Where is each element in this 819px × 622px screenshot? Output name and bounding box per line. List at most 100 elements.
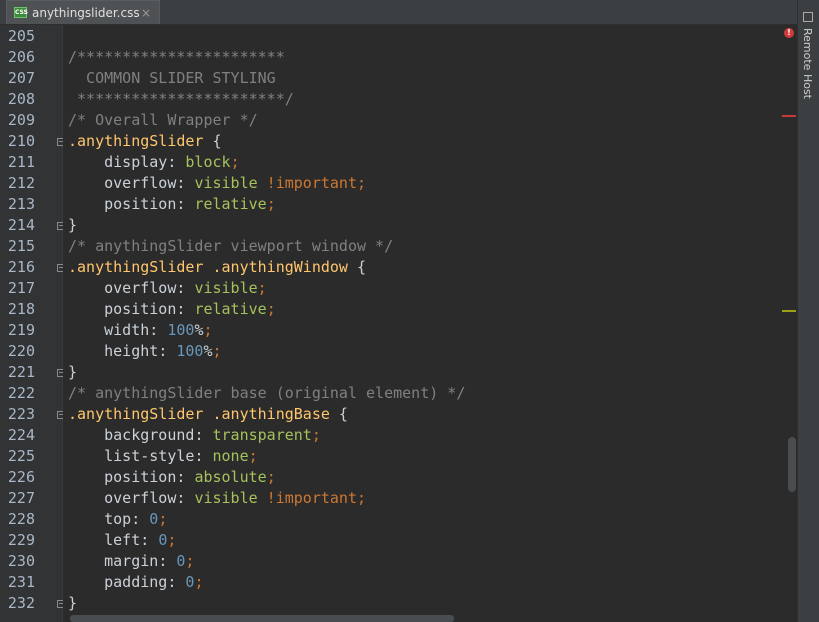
remote-host-icon[interactable] xyxy=(803,12,813,22)
code-line[interactable]: } xyxy=(68,593,77,614)
code-line[interactable]: .anythingSlider .anythingBase { xyxy=(68,404,348,425)
code-token: ; xyxy=(212,342,222,360)
error-indicator-icon[interactable]: ! xyxy=(784,28,794,38)
code-token: absolute xyxy=(194,468,267,486)
code-token: : xyxy=(194,447,213,465)
code-line[interactable]: } xyxy=(68,215,77,236)
code-line[interactable]: /*********************** xyxy=(68,47,285,68)
line-number: 206 xyxy=(7,48,35,66)
code-token: ; xyxy=(257,279,267,297)
code-token: } xyxy=(68,216,78,234)
code-token: : xyxy=(158,342,177,360)
code-token: { xyxy=(347,258,367,276)
css-file-icon: CSS xyxy=(14,7,28,18)
code-line[interactable]: /* anythingSlider base (original element… xyxy=(68,383,465,404)
tab-filename: anythingslider.css xyxy=(32,5,140,20)
code-token: ; xyxy=(248,447,258,465)
code-token: : xyxy=(176,174,195,192)
line-number: 230 xyxy=(7,552,35,570)
horizontal-scrollbar[interactable] xyxy=(70,615,454,622)
line-number: 218 xyxy=(7,300,35,318)
code-token: background xyxy=(68,426,195,444)
code-token: 0 xyxy=(149,510,159,528)
line-number: 205 xyxy=(7,27,35,45)
line-number: 210 xyxy=(7,132,35,150)
code-token: : xyxy=(140,531,159,549)
code-token: overflow xyxy=(68,174,177,192)
code-token: ; xyxy=(357,489,367,507)
remote-host-tab[interactable]: Remote Host xyxy=(801,28,814,99)
code-line[interactable]: left: 0; xyxy=(68,530,176,551)
code-token: } xyxy=(68,363,78,381)
code-token: : xyxy=(167,573,186,591)
line-number: 216 xyxy=(7,258,35,276)
code-token: : xyxy=(176,300,195,318)
code-line[interactable]: ***********************/ xyxy=(68,89,294,110)
code-token: : xyxy=(176,489,195,507)
code-token: /*********************** xyxy=(68,48,285,66)
code-token: ; xyxy=(158,510,168,528)
code-line[interactable]: overflow: visible !important; xyxy=(68,488,366,509)
code-token: : xyxy=(176,279,195,297)
code-token: .anythingSlider xyxy=(68,258,204,276)
editor-tab-bar: CSS anythingslider.css × xyxy=(0,0,797,25)
code-token: 0 xyxy=(158,531,168,549)
line-number: 219 xyxy=(7,321,35,339)
code-token: position xyxy=(68,300,177,318)
code-token: : xyxy=(131,510,150,528)
code-token: top xyxy=(68,510,132,528)
code-line[interactable]: .anythingSlider { xyxy=(68,131,222,152)
tab-anythingslider-css[interactable]: CSS anythingslider.css × xyxy=(6,0,160,24)
code-line[interactable]: /* Overall Wrapper */ xyxy=(68,110,258,131)
code-token: ; xyxy=(266,195,276,213)
vertical-scrollbar[interactable] xyxy=(788,437,796,492)
code-token: display xyxy=(68,153,168,171)
code-line[interactable]: background: transparent; xyxy=(68,425,321,446)
code-line[interactable]: list-style: none; xyxy=(68,446,258,467)
code-token: list-style xyxy=(68,447,195,465)
code-line[interactable]: overflow: visible; xyxy=(68,278,267,299)
code-token: /* anythingSlider viewport window */ xyxy=(68,237,394,255)
code-token: transparent xyxy=(212,426,312,444)
error-marker[interactable] xyxy=(782,115,796,117)
code-token: /* Overall Wrapper */ xyxy=(68,111,258,129)
code-line[interactable]: overflow: visible !important; xyxy=(68,173,366,194)
code-line[interactable]: height: 100%; xyxy=(68,341,222,362)
code-line[interactable]: COMMON SLIDER STYLING xyxy=(68,68,276,89)
code-token: : xyxy=(149,321,168,339)
line-number: 207 xyxy=(7,69,35,87)
line-number: 227 xyxy=(7,489,35,507)
code-token: COMMON SLIDER STYLING xyxy=(68,69,276,87)
code-line[interactable]: margin: 0; xyxy=(68,551,194,572)
line-number: 215 xyxy=(7,237,35,255)
code-line[interactable]: width: 100%; xyxy=(68,320,212,341)
warning-marker[interactable] xyxy=(782,310,796,312)
code-line[interactable]: position: absolute; xyxy=(68,467,276,488)
code-line[interactable]: } xyxy=(68,362,77,383)
line-number: 213 xyxy=(7,195,35,213)
code-line[interactable]: display: block; xyxy=(68,152,240,173)
code-line[interactable]: /* anythingSlider viewport window */ xyxy=(68,236,393,257)
code-token: .anythingSlider xyxy=(68,132,204,150)
line-number: 217 xyxy=(7,279,35,297)
code-token: ; xyxy=(230,153,240,171)
close-icon[interactable]: × xyxy=(141,6,151,20)
code-token: ; xyxy=(185,552,195,570)
line-number: 228 xyxy=(7,510,35,528)
code-line[interactable]: position: relative; xyxy=(68,194,276,215)
line-number-gutter: 205 206 207 208 209 210−211 212 213 214−215 216−2… xyxy=(0,25,65,622)
line-number: 225 xyxy=(7,447,35,465)
line-number: 224 xyxy=(7,426,35,444)
line-number: 223 xyxy=(7,405,35,423)
code-token: 100 xyxy=(167,321,195,339)
code-line[interactable]: position: relative; xyxy=(68,299,276,320)
code-token: overflow xyxy=(68,279,177,297)
code-line[interactable]: padding: 0; xyxy=(68,572,203,593)
line-number: 231 xyxy=(7,573,35,591)
code-editor[interactable]: /*********************** COMMON SLIDER S… xyxy=(63,25,797,622)
code-line[interactable]: .anythingSlider .anythingWindow { xyxy=(68,257,366,278)
code-token: { xyxy=(329,405,348,423)
code-line[interactable]: top: 0; xyxy=(68,509,167,530)
